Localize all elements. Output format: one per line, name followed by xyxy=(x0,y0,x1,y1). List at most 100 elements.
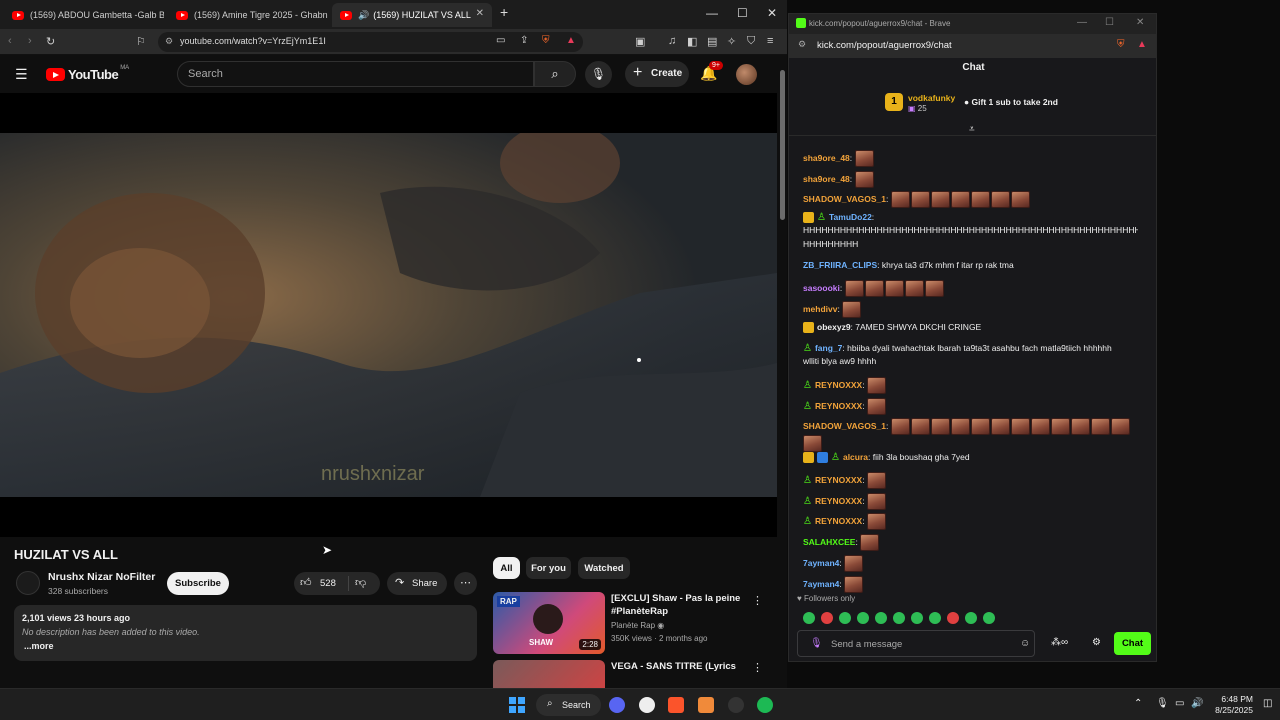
tab-amine-tigre[interactable]: (1569) Amine Tigre 2025 - Ghabnona xyxy=(168,3,328,27)
media-icon[interactable]: ♫ xyxy=(668,35,676,47)
voice-search-button[interactable]: 🎙 xyxy=(585,61,612,88)
chat-username[interactable]: REYNOXXX xyxy=(815,401,862,411)
gift-sub-prompt[interactable]: ● Gift 1 sub to take 2nd xyxy=(964,97,1058,107)
message-input[interactable]: 🎙 Send a message ☺ xyxy=(797,630,1035,657)
tab-huzilat-vs-all[interactable]: 🔊 (1569) HUZILAT VS ALL - YouT ✕ xyxy=(332,3,492,27)
chat-username[interactable]: mehdivv xyxy=(803,304,838,314)
chat-username[interactable]: SHADOW_VAGOS_1 xyxy=(803,421,886,431)
chat-message[interactable]: sasoooki: xyxy=(803,280,945,297)
start-windows-icon[interactable] xyxy=(509,697,525,713)
taskbar-clock[interactable]: 6:48 PM 8/25/2025 xyxy=(1205,694,1253,716)
brave-icon[interactable] xyxy=(668,697,684,713)
collapse-icon[interactable]: ⩡ xyxy=(969,124,975,135)
reader-mode-icon[interactable]: ▣ xyxy=(635,35,645,48)
new-tab-button[interactable]: + xyxy=(500,4,508,20)
chat-message[interactable]: ♙ fang_7: hbiiba dyali twahachtak lbarah … xyxy=(803,343,1112,354)
spotify-icon[interactable] xyxy=(757,697,773,713)
quick-emote-icon[interactable] xyxy=(875,611,887,624)
chat-message[interactable]: ♙ TamuDo22: xyxy=(803,212,874,224)
settings-gear-icon[interactable]: ⚙ xyxy=(1092,637,1101,648)
chat-username[interactable]: REYNOXXX xyxy=(815,496,862,506)
network-icon[interactable]: ▭ xyxy=(1175,698,1184,709)
chat-message[interactable]: ♙ REYNOXXX: xyxy=(803,493,887,510)
tray-chevron-icon[interactable]: ⌃ xyxy=(1134,698,1142,709)
youtube-logo[interactable]: YouTube MA xyxy=(46,65,129,82)
create-button[interactable]: + Create xyxy=(625,61,689,87)
chat-message[interactable]: mehdivv: xyxy=(803,301,862,318)
discord-icon[interactable] xyxy=(609,697,625,713)
leo-icon[interactable]: ✧ xyxy=(727,35,736,48)
quick-emote-icon[interactable] xyxy=(893,611,905,624)
recommendation-channel[interactable]: Planète Rap ◉ xyxy=(611,621,664,630)
wallet-icon[interactable]: ▤ xyxy=(707,35,717,48)
chat-message[interactable]: ZB_FRIIRA_CLIPS: khrya ta3 d7k mhm f ita… xyxy=(803,260,1014,270)
share-button[interactable]: ↷ Share xyxy=(387,572,447,595)
cast-icon[interactable]: ▭ xyxy=(496,35,505,46)
leaderboard-user[interactable]: vodkafunky xyxy=(908,93,955,103)
quick-emote-icon[interactable] xyxy=(839,611,851,624)
chat-message[interactable]: ♙ REYNOXXX: xyxy=(803,513,887,530)
recommendation-thumbnail[interactable] xyxy=(493,660,605,688)
page-scrollbar[interactable] xyxy=(778,60,787,688)
account-avatar[interactable] xyxy=(736,64,757,85)
chat-username[interactable]: obexyz9 xyxy=(817,322,851,332)
chip-for-you[interactable]: For you xyxy=(526,557,571,579)
hamburger-menu-icon[interactable]: ☰ xyxy=(15,66,28,83)
quick-emote-icon[interactable] xyxy=(947,611,959,624)
subscribe-button[interactable]: Subscribe xyxy=(167,572,229,595)
chat-message[interactable]: ♙ REYNOXXX: xyxy=(803,377,887,394)
chat-username[interactable]: SHADOW_VAGOS_1 xyxy=(803,194,886,204)
app-icon[interactable] xyxy=(698,697,714,713)
brave-shield-icon[interactable]: ⛨ xyxy=(1117,39,1125,50)
chat-message[interactable]: SALAHXCEE: xyxy=(803,534,880,551)
tab-abdou-gambetta[interactable]: (1569) ABDOU Gambetta -Galb Byad xyxy=(4,3,164,27)
more-actions-button[interactable]: ⋯ xyxy=(454,572,477,595)
chat-message[interactable]: sha9ore_48: xyxy=(803,171,875,188)
video-frame[interactable]: nrushxnizar xyxy=(0,133,777,497)
taskbar-search[interactable]: ⌕ Search xyxy=(536,694,601,716)
description-box[interactable]: 2,101 views 23 hours ago No description … xyxy=(14,605,477,661)
steam-icon[interactable] xyxy=(728,697,744,713)
recommendation-title[interactable]: VEGA - SANS TITRE (Lyrics xyxy=(611,660,751,673)
chip-watched[interactable]: Watched xyxy=(578,557,630,579)
quick-emote-icon[interactable] xyxy=(857,611,869,624)
recommendation-menu-icon[interactable]: ⋮ xyxy=(752,594,763,607)
close-window-icon[interactable]: ✕ xyxy=(1136,17,1144,28)
chat-message[interactable]: ♙ alcura: fiih 3la boushaq gha 7yed xyxy=(803,452,970,464)
show-more-link[interactable]: ...more xyxy=(22,641,469,651)
chat-username[interactable]: sha9ore_48 xyxy=(803,153,850,163)
recommendation-thumbnail[interactable]: RAP SHAW 2:28 xyxy=(493,592,605,654)
reload-icon[interactable]: ↻ xyxy=(46,35,55,48)
chat-username[interactable]: TamuDo22 xyxy=(829,212,872,222)
site-info-icon[interactable]: ⚙ xyxy=(165,36,173,47)
menu-icon[interactable]: ≡ xyxy=(767,35,773,47)
chat-message[interactable]: SHADOW_VAGOS_1: xyxy=(803,191,1031,208)
recommendation-title[interactable]: [EXCLU] Shaw - Pas la peine #PlanèteRap xyxy=(611,592,751,618)
chat-username[interactable]: ZB_FRIIRA_CLIPS xyxy=(803,260,877,270)
channel-avatar[interactable] xyxy=(16,571,40,595)
share-page-icon[interactable]: ⇪ xyxy=(520,35,528,46)
vpn-icon[interactable]: ⛉ xyxy=(747,35,755,48)
chat-username[interactable]: 7ayman4 xyxy=(803,579,839,589)
quick-emote-icon[interactable] xyxy=(929,611,941,624)
quick-emote-icon[interactable] xyxy=(983,611,995,624)
bookmark-icon[interactable]: ⚐ xyxy=(136,35,146,48)
brave-shield-icon[interactable]: ⛨ xyxy=(542,35,550,46)
scrollbar-thumb[interactable] xyxy=(780,70,785,220)
back-icon[interactable]: ‹ xyxy=(8,35,12,47)
chat-message[interactable]: obexyz9: 7AMED SHWYA DKCHI CRINGE xyxy=(803,322,981,334)
chat-message[interactable]: ♙ REYNOXXX: xyxy=(803,472,887,489)
close-tab-icon[interactable]: ✕ xyxy=(476,8,484,19)
quick-emote-icon[interactable] xyxy=(821,611,833,624)
minimize-icon[interactable]: — xyxy=(706,6,718,20)
send-chat-button[interactable]: Chat xyxy=(1114,632,1151,655)
url-text[interactable]: kick.com/popout/aguerrox9/chat xyxy=(817,40,952,51)
brave-rewards-icon[interactable]: ▲ xyxy=(1137,39,1147,50)
chat-message[interactable]: ♙ REYNOXXX: xyxy=(803,398,887,415)
quick-emote-icon[interactable] xyxy=(965,611,977,624)
recommendation-menu-icon[interactable]: ⋮ xyxy=(752,661,763,674)
forward-icon[interactable]: › xyxy=(28,35,32,47)
microphone-tray-icon[interactable]: 🎙 xyxy=(1156,698,1169,709)
sidebar-icon[interactable]: ◧ xyxy=(687,35,697,48)
site-info-icon[interactable]: ⚙ xyxy=(798,39,806,50)
